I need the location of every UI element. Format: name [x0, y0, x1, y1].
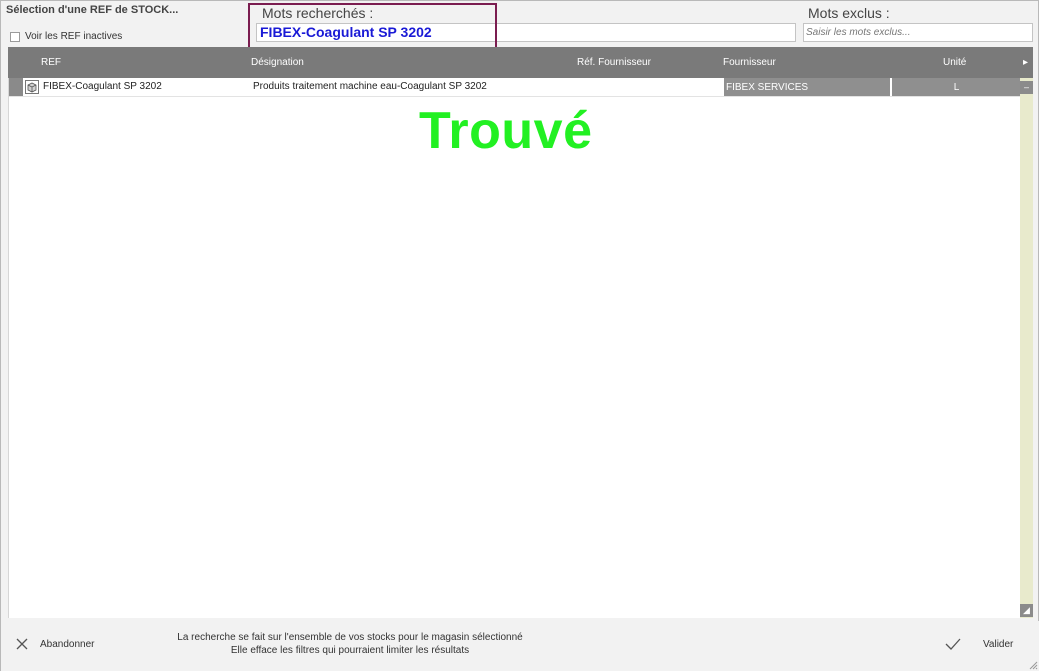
cancel-button[interactable]: Abandonner	[16, 638, 95, 650]
show-inactive-option[interactable]: Voir les REF inactives	[10, 31, 122, 42]
grid-header: REF Désignation Réf. Fournisseur Fournis…	[8, 47, 1033, 78]
show-inactive-checkbox[interactable]	[10, 31, 20, 42]
found-annotation: Trouvé	[419, 102, 593, 160]
scroll-up-button[interactable]: –	[1020, 81, 1033, 94]
checkmark-icon	[945, 638, 961, 650]
validate-label: Valider	[983, 638, 1014, 650]
scroll-down-button[interactable]: ◢	[1020, 604, 1033, 617]
close-icon	[16, 638, 28, 650]
column-header-fournisseur[interactable]: Fournisseur	[723, 57, 776, 68]
vertical-scrollbar[interactable]: – ◢	[1020, 78, 1033, 618]
cell-ref: FIBEX-Coagulant SP 3202	[43, 81, 162, 92]
exclude-label: Mots exclus :	[808, 5, 890, 21]
more-columns-icon[interactable]: ▸	[1023, 57, 1028, 68]
search-info-text: La recherche se fait sur l'ensemble de v…	[161, 631, 539, 657]
resize-grip-icon[interactable]	[1029, 661, 1038, 670]
info-line-1: La recherche se fait sur l'ensemble de v…	[177, 632, 523, 643]
exclude-input[interactable]: Saisir les mots exclus...	[803, 23, 1033, 42]
column-header-ref[interactable]: REF	[41, 57, 61, 68]
info-line-2: Elle efface les filtres qui pourraient l…	[230, 645, 470, 656]
cell-fournisseur: FIBEX SERVICES	[724, 78, 890, 96]
stock-ref-selection-dialog: Sélection d'une REF de STOCK... Voir les…	[0, 0, 1039, 671]
show-inactive-label: Voir les REF inactives	[25, 31, 123, 42]
dialog-footer: Abandonner La recherche se fait sur l'en…	[1, 621, 1039, 671]
row-selector[interactable]	[9, 78, 23, 96]
stock-item-icon	[25, 80, 39, 94]
cell-designation: Produits traitement machine eau-Coagulan…	[253, 81, 487, 92]
cancel-label: Abandonner	[40, 638, 95, 650]
dialog-title: Sélection d'une REF de STOCK...	[6, 4, 179, 16]
column-header-unite[interactable]: Unité	[943, 57, 966, 68]
column-header-ref-fournisseur[interactable]: Réf. Fournisseur	[577, 57, 651, 68]
column-header-designation[interactable]: Désignation	[251, 57, 304, 68]
table-row[interactable]: FIBEX-Coagulant SP 3202 Produits traitem…	[9, 78, 1021, 97]
cell-unite: L	[892, 78, 1021, 96]
validate-button[interactable]: Valider	[945, 638, 1013, 650]
